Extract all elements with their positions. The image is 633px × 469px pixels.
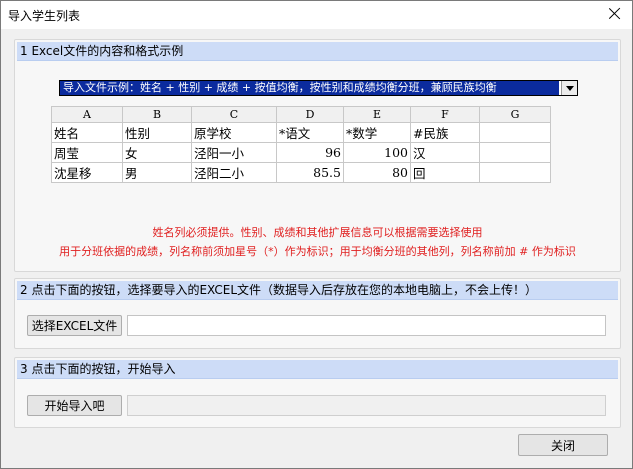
table-cell: 回 [410, 162, 480, 183]
required-field-note: 姓名列必须提供。性别、成绩和其他扩展信息可以根据需要选择使用 [152, 226, 483, 239]
format-example-group: 1 Excel文件的内容和格式示例 导入文件示例：姓名 + 性别 + 成绩 + … [14, 39, 621, 272]
section2-header: 2 点击下面的按钮，选择要导入的EXCEL文件（数据导入后存放在您的本地电脑上，… [17, 281, 618, 300]
select-excel-button[interactable]: 选择EXCEL文件 [27, 315, 122, 336]
table-cell [479, 122, 551, 143]
column-letter: C [191, 106, 277, 123]
table-cell: 男 [122, 162, 192, 183]
column-letter: B [122, 106, 192, 123]
excel-preview-table: A B C D E F G 姓名 性别 原学校 *语文 *数学 #民族 周莹 女 [51, 106, 551, 183]
table-cell: 泾阳二小 [191, 162, 277, 183]
table-cell [479, 162, 551, 183]
column-letter: E [343, 106, 411, 123]
table-cell: *语文 [276, 122, 344, 143]
column-letter: A [51, 106, 123, 123]
file-path-field[interactable] [127, 315, 606, 336]
section1-header: 1 Excel文件的内容和格式示例 [17, 42, 618, 61]
table-cell: 性别 [122, 122, 192, 143]
close-icon[interactable] [606, 5, 624, 23]
start-import-button[interactable]: 开始导入吧 [27, 395, 122, 416]
example-select[interactable]: 导入文件示例：姓名 + 性别 + 成绩 + 按值均衡，按性别和成绩均衡分班，兼顾… [59, 80, 578, 96]
table-cell: 原学校 [191, 122, 277, 143]
column-letter: G [479, 106, 551, 123]
window-title: 导入学生列表 [8, 9, 81, 23]
example-select-value: 导入文件示例：姓名 + 性别 + 成绩 + 按值均衡，按性别和成绩均衡分班，兼顾… [60, 81, 559, 95]
column-letter: F [410, 106, 480, 123]
table-row: 姓名 性别 原学校 *语文 *数学 #民族 [51, 122, 551, 143]
table-cell: 80 [343, 162, 411, 183]
close-button[interactable]: 关闭 [518, 434, 608, 456]
chevron-down-icon[interactable] [561, 81, 577, 95]
column-letter: D [276, 106, 344, 123]
table-cell: #民族 [410, 122, 480, 143]
table-cell: 100 [343, 142, 411, 163]
table-cell: 沈星移 [51, 162, 123, 183]
start-import-group: 3 点击下面的按钮，开始导入 开始导入吧 [14, 357, 621, 428]
table-cell: 泾阳一小 [191, 142, 277, 163]
section3-header: 3 点击下面的按钮，开始导入 [17, 360, 618, 379]
table-cell: 女 [122, 142, 192, 163]
table-cell: 姓名 [51, 122, 123, 143]
table-cell: *数学 [343, 122, 411, 143]
table-cell [479, 142, 551, 163]
table-cell: 85.5 [276, 162, 344, 183]
select-file-group: 2 点击下面的按钮，选择要导入的EXCEL文件（数据导入后存放在您的本地电脑上，… [14, 278, 621, 349]
table-cell: 周莹 [51, 142, 123, 163]
import-progress-field [127, 395, 606, 416]
table-row: 沈星移 男 泾阳二小 85.5 80 回 [51, 162, 551, 183]
table-row: 周莹 女 泾阳一小 96 100 汉 [51, 142, 551, 163]
title-bar: 导入学生列表 [1, 1, 632, 29]
column-prefix-note: 用于分班依据的成绩，列名称前须加星号（*）作为标识；用于均衡分班的其他列，列名称… [59, 245, 576, 258]
table-cell: 96 [276, 142, 344, 163]
column-letter-row: A B C D E F G [51, 106, 551, 123]
table-cell: 汉 [410, 142, 480, 163]
